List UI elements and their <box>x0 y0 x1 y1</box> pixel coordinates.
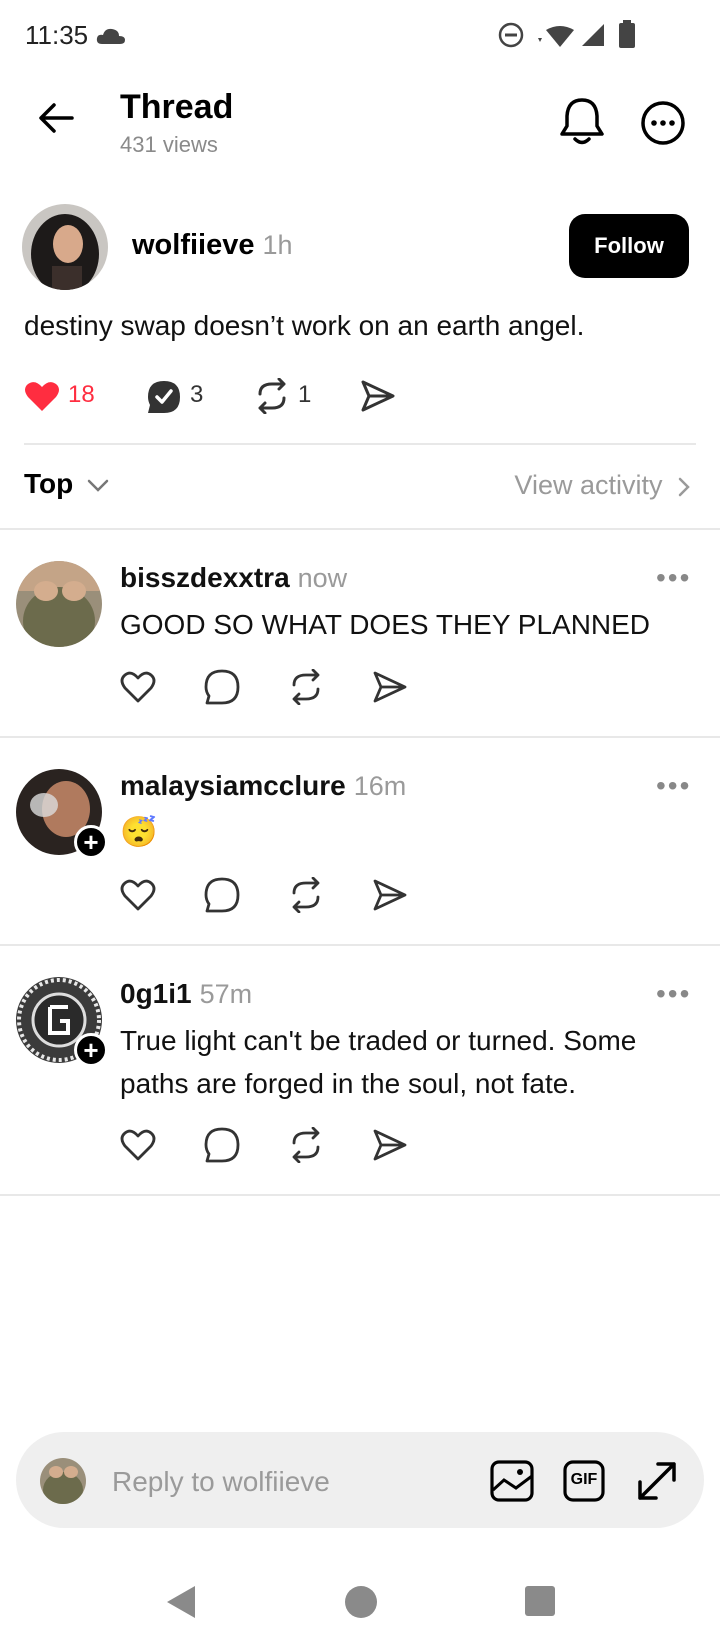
heart-icon[interactable] <box>120 1128 156 1162</box>
reply-author[interactable]: malaysiamcclure 16m <box>120 770 406 802</box>
reply-text: True light can't be traded or turned. So… <box>120 1025 637 1099</box>
battery-icon <box>618 20 636 48</box>
reply-text: GOOD SO WHAT DOES THEY PLANNED <box>120 609 651 640</box>
repost-icon[interactable] <box>288 1127 324 1163</box>
reply-author[interactable]: 0g1i1 57m <box>120 978 252 1010</box>
home-circle-icon[interactable] <box>343 1584 379 1620</box>
reply-more-icon[interactable]: ••• <box>656 978 691 1010</box>
heart-icon[interactable] <box>120 878 156 912</box>
view-activity-label[interactable]: View activity <box>514 470 662 500</box>
share-icon[interactable] <box>372 670 408 704</box>
repost-icon[interactable] <box>254 378 290 414</box>
back-triangle-icon[interactable] <box>163 1584 197 1620</box>
back-arrow-icon[interactable] <box>36 98 76 138</box>
list-item: bisszdexxtra now ••• GOOD SO WHAT DOES TH… <box>0 530 720 736</box>
repost-icon[interactable] <box>288 877 324 913</box>
share-icon[interactable] <box>372 878 408 912</box>
comment-icon[interactable] <box>204 877 240 913</box>
repost-count: 1 <box>298 381 312 408</box>
status-bar: 11:35 <box>0 0 720 72</box>
reply-time: 16m <box>353 771 407 801</box>
follow-plus-icon[interactable]: + <box>74 825 108 859</box>
wifi-icon <box>536 26 576 48</box>
avatar[interactable] <box>16 561 102 647</box>
share-icon[interactable] <box>372 1128 408 1162</box>
divider <box>0 1194 720 1196</box>
comment-icon[interactable] <box>204 669 240 705</box>
heart-icon[interactable] <box>120 670 156 704</box>
recents-square-icon[interactable] <box>524 1585 556 1617</box>
image-icon[interactable] <box>490 1460 534 1502</box>
reply-author[interactable]: bisszdexxtra now <box>120 562 347 594</box>
like-count: 18 <box>68 381 95 408</box>
cloud-icon <box>96 28 126 44</box>
reply-username[interactable]: bisszdexxtra <box>120 562 290 593</box>
reply-username[interactable]: 0g1i1 <box>120 978 192 1009</box>
post-username[interactable]: wolfiieve <box>132 229 255 261</box>
reply-text: 😴 <box>120 816 158 849</box>
reply-count: 3 <box>190 381 204 408</box>
reply-time: 57m <box>199 979 253 1009</box>
gif-icon[interactable]: GIF <box>563 1460 605 1502</box>
page-title: Thread <box>120 88 234 126</box>
heart-filled-icon[interactable] <box>24 379 60 413</box>
bell-icon[interactable] <box>560 96 604 146</box>
list-item: + 0g1i1 57m ••• True light can't be trade… <box>0 946 720 1194</box>
reply-time: now <box>297 563 348 593</box>
post-author[interactable]: wolfiieve 1h <box>132 229 293 262</box>
list-item: + malaysiamcclure 16m ••• 😴 <box>0 738 720 944</box>
post-text: destiny swap doesn’t work on an earth an… <box>24 310 585 341</box>
follow-button[interactable]: Follow <box>569 214 689 278</box>
reply-input[interactable]: Reply to wolfiieve <box>112 1466 330 1498</box>
post-time: 1h <box>262 230 293 260</box>
status-time: 11:35 <box>25 20 89 50</box>
follow-plus-icon[interactable]: + <box>74 1033 108 1067</box>
replied-icon[interactable] <box>146 379 182 415</box>
chevron-down-icon[interactable] <box>87 479 109 493</box>
sort-dropdown[interactable]: Top <box>24 468 109 500</box>
repost-icon[interactable] <box>288 669 324 705</box>
signal-icon <box>580 22 606 48</box>
reply-username[interactable]: malaysiamcclure <box>120 770 346 801</box>
chevron-right-icon[interactable] <box>678 477 690 497</box>
dnd-icon <box>498 22 524 48</box>
reply-more-icon[interactable]: ••• <box>656 770 691 802</box>
share-icon[interactable] <box>360 379 396 413</box>
divider <box>24 443 696 445</box>
views-count: 431 views <box>120 132 218 157</box>
more-options-icon[interactable] <box>640 100 686 146</box>
sort-label[interactable]: Top <box>24 468 73 499</box>
avatar <box>40 1458 86 1504</box>
reply-more-icon[interactable]: ••• <box>656 562 691 594</box>
gif-label: GIF <box>570 1471 598 1488</box>
comment-icon[interactable] <box>204 1127 240 1163</box>
view-activity-link[interactable]: View activity <box>514 470 690 501</box>
avatar[interactable] <box>22 204 108 290</box>
system-nav-bar <box>0 1560 720 1650</box>
expand-icon[interactable] <box>636 1460 678 1502</box>
